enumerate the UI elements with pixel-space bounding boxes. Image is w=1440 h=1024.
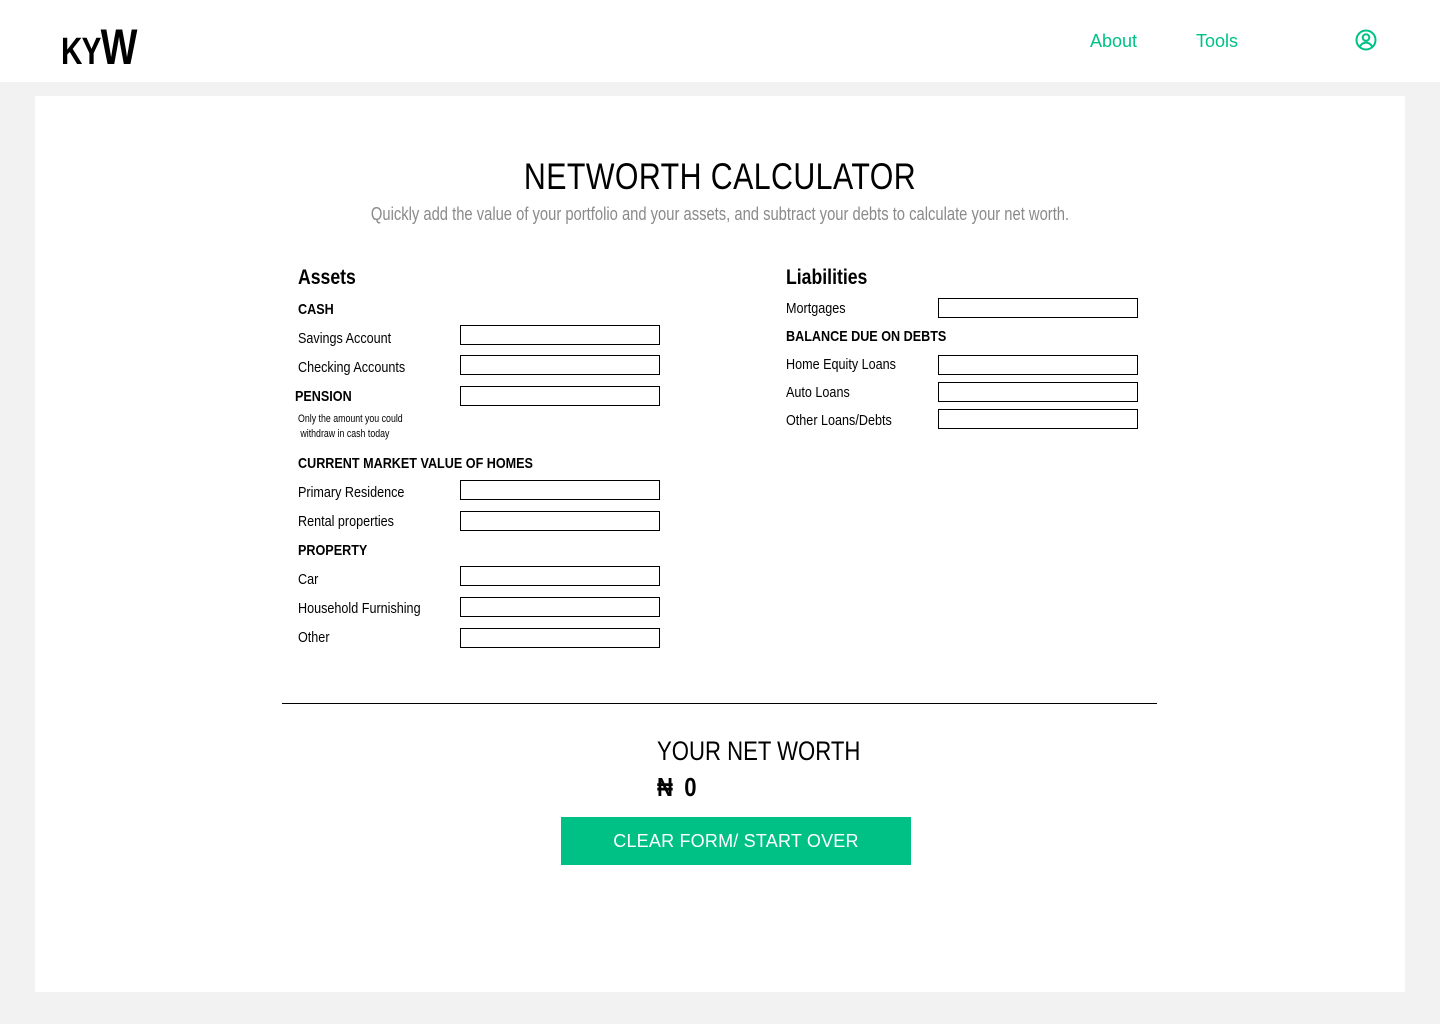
logo-letter-k: K xyxy=(61,31,82,73)
car-input[interactable] xyxy=(460,566,660,586)
nav-link-tools[interactable]: Tools xyxy=(1196,31,1238,52)
page-title: NETWORTH CALCULATOR xyxy=(523,156,917,197)
top-nav: KYW About Tools xyxy=(0,0,1440,82)
mortgages-label: Mortgages xyxy=(786,300,846,317)
household-furnishing-label: Household Furnishing xyxy=(298,600,421,617)
pension-note: Only the amount you could withdraw in ca… xyxy=(298,412,403,442)
savings-account-label: Savings Account xyxy=(298,330,392,347)
net-worth-amount: 0 xyxy=(684,772,697,802)
rental-properties-label: Rental properties xyxy=(298,513,394,530)
mortgages-input[interactable] xyxy=(938,298,1138,318)
other-assets-label: Other xyxy=(298,629,330,646)
section-divider xyxy=(282,703,1157,704)
car-label: Car xyxy=(298,571,319,588)
other-loans-label: Other Loans/Debts xyxy=(786,412,892,429)
other-assets-input[interactable] xyxy=(460,628,660,648)
rental-properties-input[interactable] xyxy=(460,511,660,531)
pension-label: PENSION xyxy=(295,388,352,405)
other-loans-input[interactable] xyxy=(938,409,1138,429)
savings-account-input[interactable] xyxy=(460,325,660,345)
liabilities-heading: Liabilities xyxy=(786,266,868,289)
checking-accounts-label: Checking Accounts xyxy=(298,359,406,376)
kyw-logo[interactable]: KYW xyxy=(61,22,137,72)
logo-letter-y: Y xyxy=(81,31,102,73)
primary-residence-label: Primary Residence xyxy=(298,484,405,501)
page-subtitle: Quickly add the value of your portfolio … xyxy=(370,204,1070,224)
pension-input[interactable] xyxy=(460,386,660,406)
naira-currency-icon: ₦ xyxy=(657,772,673,802)
pension-note-line-2: withdraw in cash today xyxy=(300,428,390,440)
auto-loans-label: Auto Loans xyxy=(786,384,850,401)
auto-loans-input[interactable] xyxy=(938,382,1138,402)
net-worth-value: ₦ 0 xyxy=(657,772,697,803)
household-furnishing-input[interactable] xyxy=(460,597,660,617)
clear-form-button[interactable]: CLEAR FORM/ START OVER xyxy=(561,817,911,865)
property-heading: PROPERTY xyxy=(298,542,368,559)
primary-residence-input[interactable] xyxy=(460,480,660,500)
pension-note-line-1: Only the amount you could xyxy=(298,413,403,425)
net-worth-label: YOUR NET WORTH xyxy=(657,736,861,766)
nav-link-about[interactable]: About xyxy=(1090,31,1137,52)
home-equity-loans-input[interactable] xyxy=(938,355,1138,375)
debts-heading: BALANCE DUE ON DEBTS xyxy=(786,328,947,345)
checking-accounts-input[interactable] xyxy=(460,355,660,375)
home-equity-loans-label: Home Equity Loans xyxy=(786,356,896,373)
calculator-card: NETWORTH CALCULATOR Quickly add the valu… xyxy=(35,96,1405,992)
logo-letter-w: W xyxy=(100,19,138,75)
assets-heading: Assets xyxy=(298,266,356,289)
user-circle-icon[interactable] xyxy=(1355,29,1377,51)
homes-heading: CURRENT MARKET VALUE OF HOMES xyxy=(298,455,533,472)
cash-heading: CASH xyxy=(298,301,334,318)
